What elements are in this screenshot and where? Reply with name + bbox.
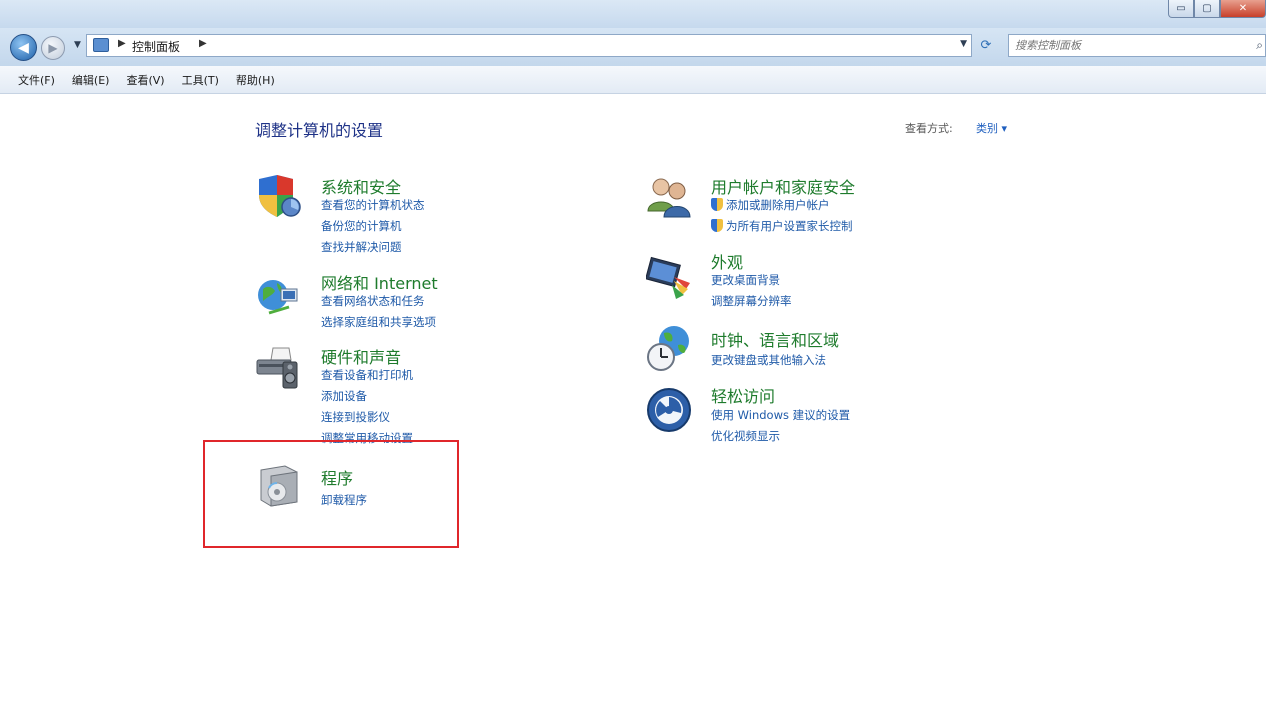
- link-network-status[interactable]: 查看网络状态和任务: [321, 293, 425, 309]
- maximize-button[interactable]: ▢: [1194, 0, 1220, 18]
- link-parental-controls-label: 为所有用户设置家长控制: [726, 219, 853, 233]
- recent-pages-dropdown[interactable]: ▼: [74, 40, 81, 50]
- breadcrumb-control-panel[interactable]: 控制面板: [132, 38, 180, 55]
- minimize-button[interactable]: ▭: [1168, 0, 1194, 18]
- users-icon[interactable]: [646, 173, 692, 219]
- back-button[interactable]: ◀: [10, 34, 37, 61]
- menu-view[interactable]: 查看(V): [126, 72, 164, 88]
- uac-shield-icon: [711, 198, 723, 211]
- search-icon[interactable]: ⌕: [1256, 38, 1263, 53]
- link-add-remove-users[interactable]: 添加或删除用户帐户: [711, 197, 830, 213]
- link-connect-projector[interactable]: 连接到投影仪: [321, 409, 390, 425]
- network-globe-icon[interactable]: [255, 275, 301, 321]
- link-devices-printers[interactable]: 查看设备和打印机: [321, 367, 413, 383]
- link-view-computer-status[interactable]: 查看您的计算机状态: [321, 197, 425, 213]
- title-bar: ▭ ▢ ✕: [0, 0, 1266, 28]
- category-title-user-accounts[interactable]: 用户帐户和家庭安全: [711, 174, 855, 198]
- refresh-icon: ⟳: [980, 38, 992, 53]
- link-keyboard-input[interactable]: 更改键盘或其他输入法: [711, 352, 826, 368]
- clock-globe-icon[interactable]: [646, 325, 692, 371]
- arrow-right-icon: ▶: [48, 41, 58, 55]
- category-title-clock-region[interactable]: 时钟、语言和区域: [711, 327, 839, 351]
- close-button[interactable]: ✕: [1220, 0, 1266, 18]
- highlight-box: [203, 440, 459, 548]
- content-area: 调整计算机的设置 查看方式: 类别 ▾ 系统和安全 查看您的计算机状态 备份您的…: [0, 95, 1266, 723]
- shield-icon[interactable]: [255, 173, 301, 219]
- breadcrumb-arrow-icon[interactable]: ▶: [118, 38, 126, 49]
- ease-of-access-icon[interactable]: [646, 387, 692, 433]
- category-title-hardware[interactable]: 硬件和声音: [321, 344, 401, 368]
- category-title-ease-of-access[interactable]: 轻松访问: [711, 383, 775, 407]
- printer-speaker-icon[interactable]: [255, 346, 301, 392]
- category-title-appearance[interactable]: 外观: [711, 249, 743, 273]
- address-bar[interactable]: ▶ 控制面板 ▶ ▼: [86, 34, 972, 57]
- search-box[interactable]: ⌕: [1008, 34, 1266, 57]
- menu-help[interactable]: 帮助(H): [236, 72, 275, 88]
- menu-edit[interactable]: 编辑(E): [72, 72, 110, 88]
- link-backup-computer[interactable]: 备份您的计算机: [321, 218, 402, 234]
- link-add-device[interactable]: 添加设备: [321, 388, 367, 404]
- menu-tools[interactable]: 工具(T): [182, 72, 219, 88]
- view-by-dropdown[interactable]: 类别 ▾: [976, 120, 1007, 136]
- link-windows-recommended-settings[interactable]: 使用 Windows 建议的设置: [711, 407, 850, 423]
- link-homegroup-sharing[interactable]: 选择家庭组和共享选项: [321, 314, 436, 330]
- link-add-remove-users-label: 添加或删除用户帐户: [726, 198, 830, 212]
- arrow-left-icon: ◀: [18, 39, 29, 56]
- link-desktop-background[interactable]: 更改桌面背景: [711, 272, 780, 288]
- address-dropdown-icon[interactable]: ▼: [960, 39, 967, 49]
- search-input[interactable]: [1015, 37, 1235, 54]
- menu-file[interactable]: 文件(F): [18, 72, 55, 88]
- category-title-network[interactable]: 网络和 Internet: [321, 270, 438, 294]
- refresh-button[interactable]: ⟳: [975, 35, 997, 56]
- link-troubleshoot[interactable]: 查找并解决问题: [321, 239, 402, 255]
- control-panel-icon: [93, 38, 109, 52]
- address-row: ◀ ▶ ▼ ▶ 控制面板 ▶ ▼ ⟳ ⌕: [0, 28, 1266, 66]
- link-optimize-visual-display[interactable]: 优化视频显示: [711, 428, 780, 444]
- window-controls: ▭ ▢ ✕: [1168, 0, 1266, 18]
- uac-shield-icon: [711, 219, 723, 232]
- appearance-icon[interactable]: [646, 255, 692, 301]
- page-title: 调整计算机的设置: [255, 121, 384, 140]
- breadcrumb-arrow-icon[interactable]: ▶: [199, 38, 207, 49]
- forward-button[interactable]: ▶: [41, 36, 65, 60]
- category-title-system-security[interactable]: 系统和安全: [321, 174, 401, 198]
- link-parental-controls[interactable]: 为所有用户设置家长控制: [711, 218, 853, 234]
- view-by-label: 查看方式:: [905, 122, 953, 135]
- menu-bar: 文件(F) 编辑(E) 查看(V) 工具(T) 帮助(H): [0, 66, 1266, 94]
- link-screen-resolution[interactable]: 调整屏幕分辨率: [711, 293, 792, 309]
